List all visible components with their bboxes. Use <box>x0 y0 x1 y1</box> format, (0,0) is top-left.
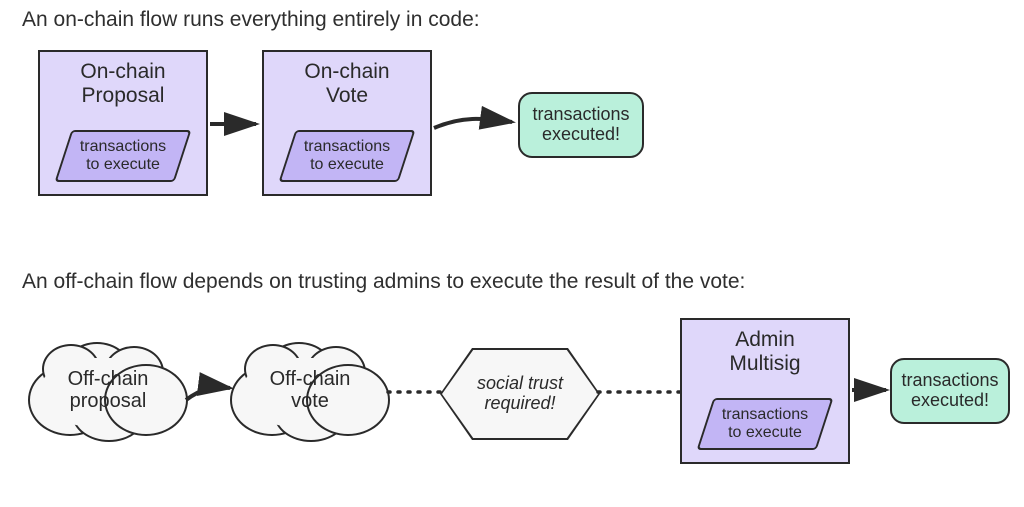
onchain-vote-title: On-chainVote <box>264 52 430 108</box>
arrow-proposal-to-vote <box>208 116 262 132</box>
offchain-result: transactionsexecuted! <box>890 358 1010 424</box>
offchain-trust-hexagon: social trustrequired! <box>440 348 600 440</box>
diagram-canvas: An on-chain flow runs everything entirel… <box>0 0 1024 507</box>
admin-multisig-box: AdminMultisig transactionsto execute <box>680 318 850 464</box>
onchain-result: transactionsexecuted! <box>518 92 644 158</box>
connector-trust-to-multisig <box>596 386 682 398</box>
onchain-vote-payload-text: transactionsto execute <box>287 130 407 182</box>
arrow-vote-to-result <box>432 112 518 136</box>
connector-vote-to-trust <box>386 386 444 398</box>
caption-offchain-flow: An off-chain flow depends on trusting ad… <box>22 268 745 295</box>
offchain-proposal-label: Off-chainproposal <box>28 340 188 440</box>
arrow-multisig-to-result <box>850 382 892 398</box>
onchain-vote-box: On-chainVote transactionsto execute <box>262 50 432 196</box>
onchain-proposal-payload: transactionsto execute <box>63 130 183 182</box>
admin-multisig-title: AdminMultisig <box>682 320 848 376</box>
offchain-vote-cloud: Off-chainvote <box>230 340 390 440</box>
admin-multisig-payload: transactionsto execute <box>705 398 825 450</box>
onchain-vote-payload: transactionsto execute <box>287 130 407 182</box>
onchain-proposal-box: On-chainProposal transactionsto execute <box>38 50 208 196</box>
onchain-proposal-title: On-chainProposal <box>40 52 206 108</box>
onchain-proposal-payload-text: transactionsto execute <box>63 130 183 182</box>
arrow-offchain-proposal-to-vote <box>184 378 236 408</box>
offchain-proposal-cloud: Off-chainproposal <box>28 340 188 440</box>
caption-onchain-flow: An on-chain flow runs everything entirel… <box>22 6 480 33</box>
offchain-vote-label: Off-chainvote <box>230 340 390 440</box>
admin-multisig-payload-text: transactionsto execute <box>705 398 825 450</box>
offchain-trust-label: social trustrequired! <box>440 348 600 440</box>
